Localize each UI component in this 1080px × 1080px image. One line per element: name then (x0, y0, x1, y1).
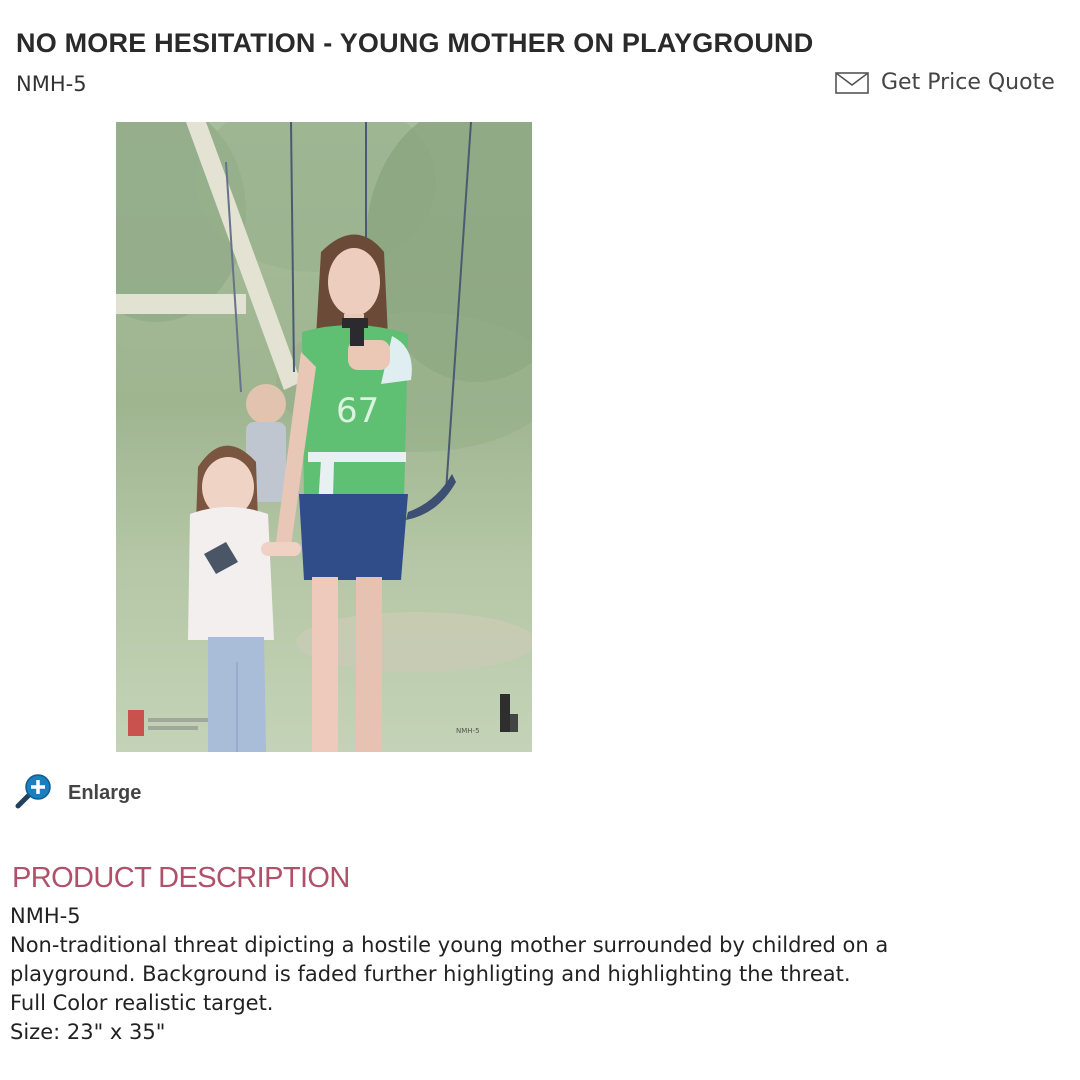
get-price-quote-label: Get Price Quote (881, 70, 1055, 95)
enlarge-label: Enlarge (68, 781, 142, 804)
envelope-icon (835, 71, 869, 94)
description-line: Non-traditional threat dipicting a hosti… (10, 933, 889, 957)
enlarge-button[interactable]: Enlarge (14, 772, 141, 814)
description-line: playground. Background is faded further … (10, 962, 851, 986)
svg-text:67: 67 (336, 391, 379, 431)
description-line: NMH-5 (10, 904, 81, 928)
target-label: NMH-5 (456, 727, 480, 735)
zoom-in-icon (14, 772, 54, 814)
product-image[interactable]: 67 NMH-5 (116, 122, 532, 752)
description-line: Full Color realistic target. (10, 991, 274, 1015)
product-sku: NMH-5 (16, 72, 87, 96)
product-title: NO MORE HESITATION - YOUNG MOTHER ON PLA… (16, 28, 814, 58)
product-description: NMH-5 Non-traditional threat dipicting a… (10, 902, 1060, 1047)
description-line: Size: 23" x 35" (10, 1020, 166, 1044)
get-price-quote-link[interactable]: Get Price Quote (835, 70, 1055, 95)
product-description-heading: PRODUCT DESCRIPTION (12, 862, 350, 894)
